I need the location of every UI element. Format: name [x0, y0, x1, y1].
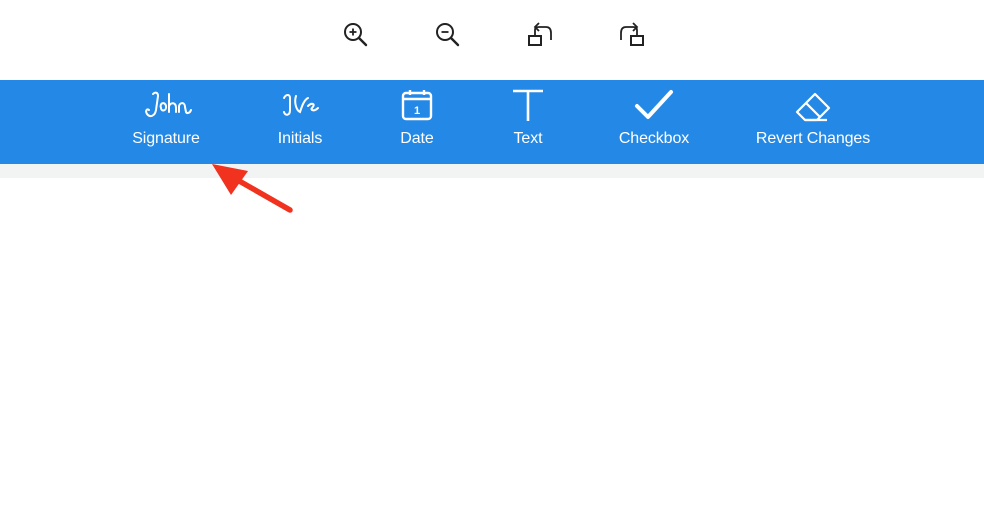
date-tool-button[interactable]: 1 Date [390, 80, 444, 164]
signature-tool-button[interactable]: Signature [122, 80, 210, 164]
zoom-in-button[interactable] [338, 18, 372, 52]
rotate-right-icon [620, 22, 644, 46]
initials-tool-label: Initials [277, 130, 323, 147]
rotate-left-button[interactable] [522, 18, 556, 52]
checkbox-tool-label: Checkbox [618, 130, 690, 147]
eraser-icon [795, 92, 831, 122]
initials-tool-button[interactable]: Initials [262, 80, 338, 164]
checkmark-icon [635, 90, 673, 119]
top-toolbar [0, 0, 984, 80]
revert-changes-tool-button[interactable]: Revert Changes [750, 80, 876, 164]
zoom-out-icon [436, 23, 460, 47]
initials-icon [283, 94, 319, 116]
calendar-icon: 1 [401, 90, 433, 121]
text-icon [513, 89, 543, 121]
rotate-right-button[interactable] [616, 18, 650, 52]
signature-icon [145, 91, 192, 118]
document-canvas[interactable] [0, 178, 984, 531]
checkbox-tool-button[interactable]: Checkbox [612, 80, 696, 164]
signature-tool-label: Signature [132, 130, 200, 147]
zoom-out-button[interactable] [430, 18, 464, 52]
zoom-in-icon [344, 23, 368, 47]
text-tool-label: Text [513, 130, 543, 147]
revert-changes-tool-label: Revert Changes [755, 130, 871, 147]
calendar-day-number: 1 [414, 105, 420, 117]
date-tool-label: Date [400, 130, 434, 147]
text-tool-button[interactable]: Text [502, 80, 554, 164]
toolbar-divider-strip [0, 164, 984, 178]
rotate-left-icon [528, 22, 552, 46]
signing-toolbar: Signature Initials 1 Date Text Checkbox … [0, 80, 984, 164]
